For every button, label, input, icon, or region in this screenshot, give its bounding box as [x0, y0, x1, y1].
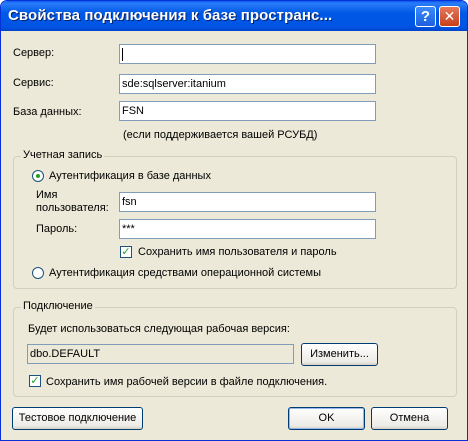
text-caret — [122, 47, 123, 61]
username-label-line1: Имя — [36, 189, 58, 201]
help-button[interactable]: ? — [415, 6, 436, 27]
change-version-button[interactable]: Изменить... — [301, 343, 378, 366]
version-caption: Будет использоваться следующая рабочая в… — [28, 323, 290, 335]
connection-legend: Подключение — [21, 300, 95, 312]
save-version-checkbox[interactable]: ✓ — [29, 375, 41, 387]
check-icon: ✓ — [121, 246, 131, 258]
version-value: dbo.DEFAULT — [30, 348, 101, 360]
close-button[interactable]: ✕ — [439, 6, 460, 27]
password-value: *** — [122, 223, 135, 235]
db-auth-label[interactable]: Аутентификация в базе данных — [49, 170, 211, 182]
database-label: База данных: — [13, 106, 82, 118]
save-credentials-checkbox[interactable]: ✓ — [120, 246, 132, 258]
check-icon: ✓ — [30, 375, 40, 387]
connection-properties-dialog: Свойства подключения к базе пространс...… — [0, 0, 468, 441]
close-icon: ✕ — [443, 8, 456, 24]
password-label: Пароль: — [36, 223, 78, 235]
title-bar[interactable]: Свойства подключения к базе пространс...… — [1, 1, 467, 31]
os-auth-label[interactable]: Аутентификация средствами операционной с… — [49, 267, 321, 279]
account-legend: Учетная запись — [21, 149, 105, 161]
database-input[interactable]: FSN — [119, 101, 376, 121]
service-label: Сервис: — [13, 77, 54, 89]
server-label: Сервер: — [13, 47, 55, 59]
service-input[interactable]: sde:sqlserver:itanium — [119, 74, 376, 94]
database-hint: (если поддерживается вашей РСУБД) — [123, 129, 318, 141]
os-auth-radio[interactable] — [32, 267, 44, 279]
save-credentials-label[interactable]: Сохранить имя пользователя и пароль — [138, 246, 337, 258]
username-input[interactable]: fsn — [119, 192, 376, 212]
test-connection-button[interactable]: Тестовое подключение — [12, 407, 143, 430]
window-title: Свойства подключения к базе пространс... — [8, 7, 333, 24]
database-value: FSN — [122, 105, 144, 117]
password-input[interactable]: *** — [119, 219, 376, 239]
cancel-button[interactable]: Отмена — [371, 407, 448, 430]
help-icon: ? — [420, 8, 431, 25]
version-field: dbo.DEFAULT — [27, 344, 294, 364]
service-value: sde:sqlserver:itanium — [122, 78, 226, 90]
server-input[interactable] — [119, 44, 376, 64]
ok-button[interactable]: OK — [288, 407, 365, 430]
username-value: fsn — [122, 196, 137, 208]
db-auth-radio[interactable] — [32, 170, 44, 182]
username-label-line2: пользователя: — [36, 202, 109, 214]
save-version-label[interactable]: Сохранить имя рабочей версии в файле под… — [46, 376, 327, 388]
